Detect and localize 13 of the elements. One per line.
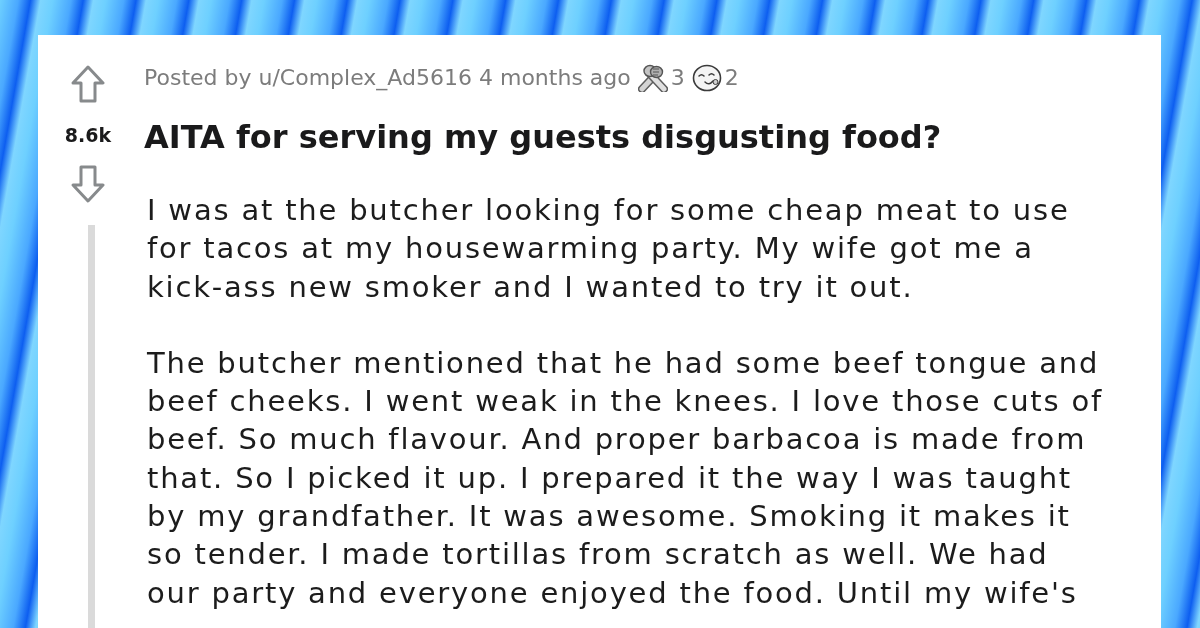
upvote-icon[interactable] xyxy=(71,65,105,103)
post-time: 4 months ago xyxy=(479,65,631,91)
author-link[interactable]: u/Complex_Ad5616 xyxy=(258,65,472,91)
smiling-face-icon xyxy=(691,64,722,92)
downvote-icon[interactable] xyxy=(71,165,105,203)
post-paragraph: I was at the butcher looking for some cheap meat to use for tacos at my housewarming party. My wife got me a kick-ass new smoker and I wanted to try it out. xyxy=(147,192,1071,306)
crossed-arms-icon xyxy=(637,64,668,92)
posted-by-label: Posted by xyxy=(144,65,252,91)
post-title: AITA for serving my guests disgusting food? xyxy=(144,117,943,157)
post-paragraph: The butcher mentioned that he had some beef tongue and beef cheeks. I went weak in the knees. I love those cuts of beef. So much flavour. And proper barbacoa is made from that. So I picked it up. I prepared it the way I was taught by my grandfather. It was awesome. Smoking it makes it so tender. I made tortillas from scratch as well. We had our party and everyone enjoyed the food. Until my wife's xyxy=(147,344,1104,612)
vote-score: 8.6k xyxy=(64,123,112,147)
award-count: 3 xyxy=(670,65,685,91)
award-count: 2 xyxy=(724,65,739,91)
